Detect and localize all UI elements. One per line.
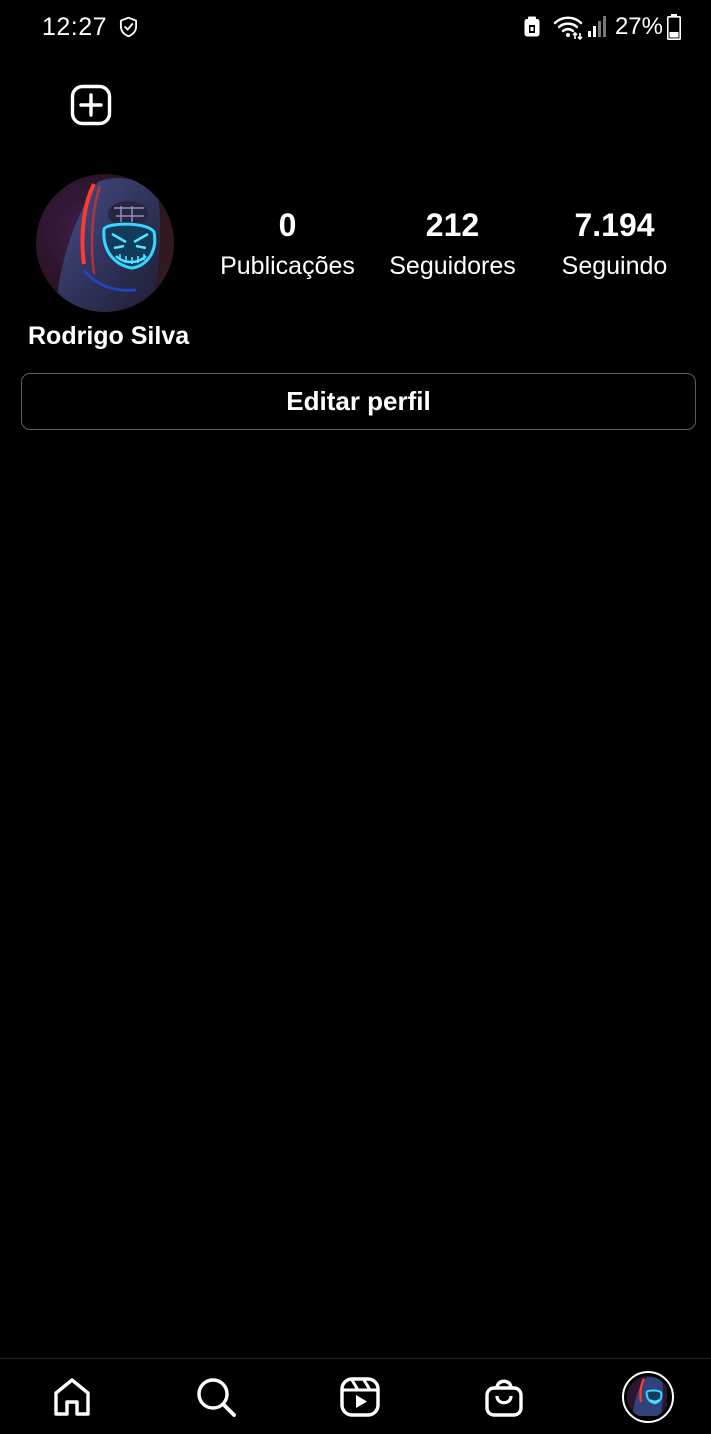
stat-following-label: Seguindo: [561, 252, 668, 280]
nav-profile-ring: [622, 1371, 674, 1423]
bottom-nav: [0, 1358, 711, 1434]
stat-following-value: 7.194: [574, 207, 655, 243]
shield-check-icon: [119, 16, 138, 38]
stat-posts-label: Publicações: [220, 252, 355, 280]
profile-name: Rodrigo Silva: [28, 322, 190, 350]
battery-percentage: 27%: [614, 13, 663, 40]
status-time: 12:27: [42, 13, 108, 41]
stat-followers-value: 212: [425, 207, 480, 243]
nfc-icon: [524, 16, 540, 37]
profile-avatar[interactable]: [36, 174, 174, 312]
status-icons: 27%: [523, 12, 681, 42]
reels-icon: [340, 1377, 380, 1417]
status-bar: 12:27 27%: [0, 0, 711, 56]
shop-icon: [485, 1379, 523, 1417]
search-icon: [197, 1378, 236, 1417]
signal-icon: [587, 16, 606, 37]
nav-profile[interactable]: [620, 1369, 676, 1425]
nav-search[interactable]: [192, 1373, 240, 1421]
stat-following[interactable]: 7.194 Seguindo: [537, 204, 692, 286]
edit-profile-button[interactable]: Editar perfil: [21, 373, 696, 430]
nav-reels[interactable]: [336, 1373, 384, 1421]
stat-posts[interactable]: 0 Publicações: [205, 204, 370, 286]
stat-followers[interactable]: 212 Seguidores: [375, 204, 530, 286]
battery-icon: [667, 14, 681, 40]
nav-profile-avatar: [627, 1376, 669, 1418]
create-post-button[interactable]: [70, 84, 112, 126]
stat-followers-label: Seguidores: [389, 252, 516, 280]
nav-shop[interactable]: [480, 1373, 528, 1421]
wifi-icon: [553, 16, 583, 40]
home-icon: [54, 1378, 90, 1416]
stat-posts-value: 0: [278, 207, 297, 243]
avatar-image: [36, 174, 174, 312]
nav-home[interactable]: [48, 1373, 96, 1421]
